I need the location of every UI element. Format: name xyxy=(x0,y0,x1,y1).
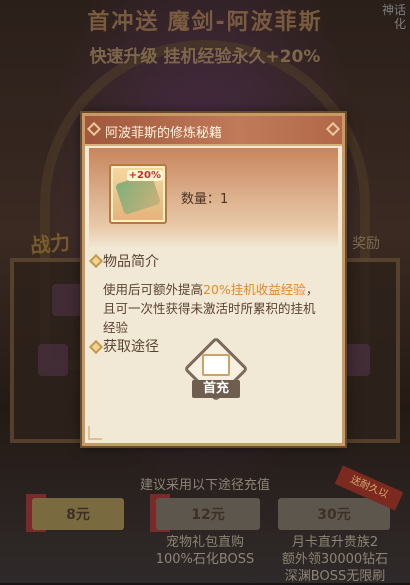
background-item xyxy=(38,344,68,376)
tier-30-button[interactable]: 30元 xyxy=(278,498,390,530)
item-quantity: 数量：1 xyxy=(181,192,229,207)
header-ornament-icon xyxy=(86,121,102,137)
corner-text: 神话化 xyxy=(382,3,406,31)
tier-8-button[interactable]: 8元 xyxy=(32,498,124,530)
section-item-intro: 物品简介 xyxy=(103,254,159,270)
gift-icon xyxy=(202,354,230,376)
corner-text-line1: 神话 xyxy=(381,3,406,17)
banner-prefix: 首冲送 xyxy=(87,10,160,35)
diamond-bullet-icon xyxy=(88,339,104,355)
banner-name: 魔剑-阿波菲斯 xyxy=(167,10,323,35)
background-item xyxy=(52,284,82,316)
tier-12-desc: 宠物礼包直购 100%石化BOSS xyxy=(155,535,255,567)
item-panel: +20% 数量：1 xyxy=(89,148,338,248)
item-badge: +20% xyxy=(126,170,163,181)
diamond-bullet-icon xyxy=(88,253,104,269)
dialog-header: 阿波菲斯的修炼秘籍 xyxy=(85,116,342,146)
first-recharge-label: 首充 xyxy=(192,380,240,398)
item-info-dialog: 阿波菲斯的修炼秘籍 +20% 数量：1 物品简介 使用后可额外提高20%挂机收益… xyxy=(82,113,345,446)
banner-subtitle: 快速升级 挂机经验永久+20% xyxy=(89,47,321,67)
power-label: 战力 xyxy=(29,229,72,259)
header-ornament-icon xyxy=(325,121,341,137)
corner-text-line2: 化 xyxy=(393,17,406,31)
item-slot: +20% xyxy=(109,164,167,224)
dialog-title: 阿波菲斯的修炼秘籍 xyxy=(105,126,223,141)
tier-30-desc: 月卡直升贵族2 额外领30000钻石 深渊BOSS无限刷 xyxy=(281,535,389,584)
desc-highlight: 20%挂机收益经验 xyxy=(203,282,306,297)
corner-ornament-icon xyxy=(88,426,102,440)
section-source: 获取途径 xyxy=(103,339,159,355)
desc-text: 使用后可额外提高 xyxy=(103,282,204,297)
reward-label: 奖励 xyxy=(352,236,380,252)
tier-12-button[interactable]: 12元 xyxy=(156,498,260,530)
item-description: 使用后可额外提高20%挂机收益经验，且可一次性获得未激活时所累积的挂机经验 xyxy=(103,280,325,337)
first-recharge-source-button[interactable]: 首充 xyxy=(183,336,249,406)
banner-title: 首冲送 魔剑-阿波菲斯 xyxy=(0,4,410,36)
